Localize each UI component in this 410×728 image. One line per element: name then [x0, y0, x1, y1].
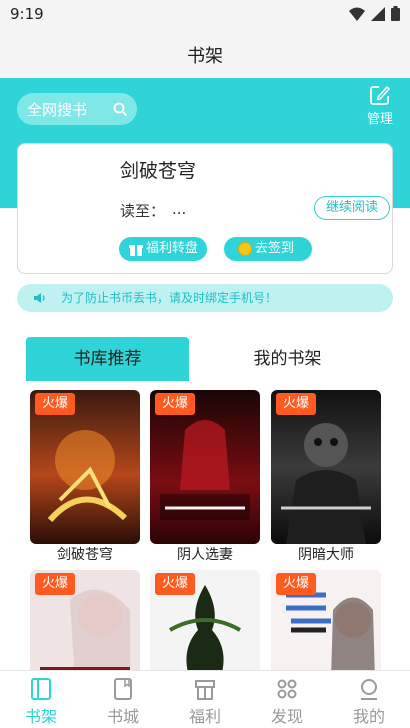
book-title[interactable]: 剑破苍穹	[30, 544, 140, 564]
welfare-wheel-label: 福利转盘	[146, 241, 199, 256]
current-book-title: 剑破苍穹	[120, 160, 197, 182]
book-title[interactable]: 阴暗大师	[271, 544, 381, 564]
nav-label: 书架	[24, 707, 57, 726]
nav-item-profile[interactable]: 我的	[328, 671, 410, 728]
battery-icon	[391, 6, 400, 21]
book-cover[interactable]: 火爆	[30, 390, 140, 544]
edit-icon	[370, 86, 390, 105]
nav-item-bookshelf[interactable]: 书架	[0, 671, 82, 728]
gift-icon	[195, 680, 215, 700]
discover-icon	[277, 679, 297, 699]
book-title[interactable]: 阴人选妻	[150, 544, 260, 564]
status-icons	[349, 6, 400, 21]
page-title: 书架	[187, 46, 223, 67]
nav-item-welfare[interactable]: 福利	[164, 671, 246, 728]
read-progress-value: ...	[172, 200, 187, 218]
tab-my-bookshelf[interactable]: 我的书架	[206, 337, 369, 381]
notice-text: 为了防止书币丢书，请及时绑定手机号！	[61, 291, 278, 305]
profile-icon	[361, 679, 377, 700]
hot-badge: 火爆	[155, 393, 195, 415]
sign-in-label: 去签到	[255, 241, 295, 256]
bookstore-icon	[114, 678, 132, 700]
search-button[interactable]: 全网搜书	[17, 93, 137, 125]
nav-label: 书城	[106, 707, 139, 726]
hot-badge: 火爆	[276, 393, 316, 415]
current-book-card[interactable]: 剑破苍穹 读至： ... 继续阅读 福利转盘 去签到	[17, 143, 393, 274]
nav-item-bookstore[interactable]: 书城	[82, 671, 164, 728]
hot-badge: 火爆	[35, 573, 75, 595]
speaker-icon	[34, 293, 45, 303]
manage-label: 管理	[366, 112, 393, 127]
bottom-nav: 书架 书城 福利 发现 我的	[0, 670, 410, 728]
hot-badge: 火爆	[35, 393, 75, 415]
book-cover[interactable]: 火爆	[271, 390, 381, 544]
welfare-wheel-button[interactable]: 福利转盘	[119, 237, 207, 261]
book-cover[interactable]: 火爆	[150, 390, 260, 544]
tab-library-recommend[interactable]: 书库推荐	[26, 337, 189, 381]
title-bar: 书架	[0, 30, 410, 78]
status-time: 9:19	[10, 5, 44, 23]
continue-reading-button[interactable]: 继续阅读	[314, 196, 390, 220]
nav-label: 我的	[352, 707, 385, 726]
status-bar: 9:19	[0, 0, 410, 30]
search-label: 全网搜书	[27, 101, 88, 119]
gift-box-icon	[129, 244, 143, 256]
hot-badge: 火爆	[155, 573, 195, 595]
nav-label: 福利	[188, 707, 221, 726]
manage-button[interactable]: 管理	[362, 84, 398, 130]
signal-icon	[371, 6, 385, 21]
bookshelf-icon	[31, 678, 51, 700]
search-icon	[113, 102, 127, 116]
nav-item-discover[interactable]: 发现	[246, 671, 328, 728]
coin-icon	[238, 242, 252, 256]
read-progress-label: 读至：	[120, 202, 166, 220]
hot-badge: 火爆	[276, 573, 316, 595]
nav-label: 发现	[270, 707, 303, 726]
notice-bar[interactable]: 为了防止书币丢书，请及时绑定手机号！	[17, 284, 393, 312]
sign-in-button[interactable]: 去签到	[224, 237, 312, 261]
wifi-icon	[349, 7, 365, 21]
